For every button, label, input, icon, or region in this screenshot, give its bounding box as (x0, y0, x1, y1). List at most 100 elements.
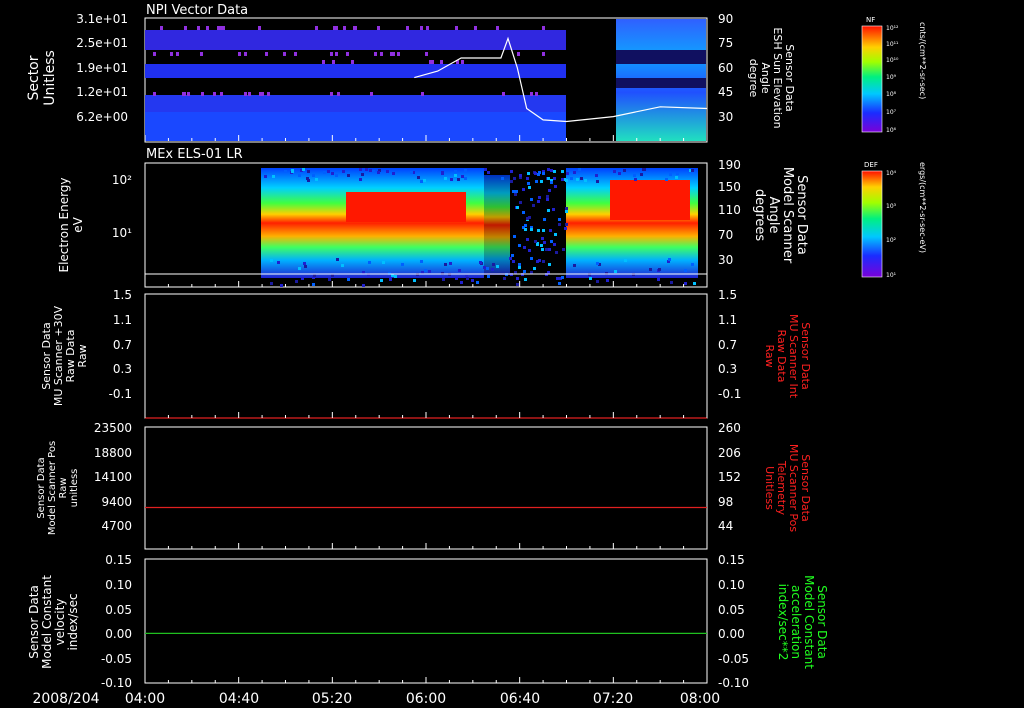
els-speckle-cell (417, 176, 420, 179)
els-speckle-cell (382, 261, 385, 264)
p3-ytick-right: 0.7 (718, 338, 737, 352)
els-speckle-cell (545, 248, 548, 251)
npi-speckle-cell (351, 60, 354, 64)
p5-right-axis: 0.15 0.10 0.05 0.00 -0.05 -0.10 (718, 553, 749, 690)
els-speckle-cell (538, 171, 541, 174)
npi-ytick-right: 90 (718, 12, 733, 26)
els-speckle-cell (530, 228, 533, 231)
els-speckle-cell (457, 178, 460, 181)
els-speckle-cell (527, 182, 530, 185)
els-panel: MEx ELS-01 LR 10² 10¹ 190 150 110 70 30 … (57, 147, 809, 288)
els-speckle-cell (580, 177, 583, 180)
npi-speckle-cell (160, 26, 163, 30)
els-speckle-cell (537, 229, 540, 232)
els-speckle-cell (323, 171, 326, 174)
els-speckle-cell (479, 261, 482, 264)
els-speckle-cell (550, 240, 553, 243)
p4-ylabel-right-line: Unitless (763, 466, 776, 510)
els-speckle-cell (514, 193, 517, 196)
npi-title: NPI Vector Data (146, 3, 248, 18)
els-speckle-cell (492, 263, 495, 266)
els-speckle-cell (516, 277, 519, 280)
els-speckle-cell (526, 177, 529, 180)
els-speckle-cell (684, 269, 687, 272)
p3-ytick-right: -0.1 (718, 387, 741, 401)
npi-speckle-cell (440, 60, 443, 64)
els-speckle-cell (410, 171, 413, 174)
els-ylabel-right-line: Sensor Data (794, 175, 809, 255)
els-band-1 (261, 168, 346, 278)
els-speckle-cell (640, 173, 643, 176)
els-speckle-cell (534, 240, 537, 243)
els-speckle-cell (491, 268, 494, 271)
els-speckle-cell (389, 278, 392, 281)
time-axis: 2008/204 04:00 04:40 05:20 06:00 06:40 0… (32, 691, 720, 707)
npi-colorbar-tick: 10⁷ (886, 109, 897, 116)
els-speckle-cell (511, 254, 514, 257)
els-speckle-cell (532, 204, 535, 207)
els-speckle-cell (596, 262, 599, 265)
p4-ytick-right: 206 (718, 446, 741, 460)
npi-speckle-cell (267, 92, 270, 96)
els-ytick-right: 190 (718, 158, 741, 172)
p3-left-axis: 1.5 1.1 0.7 0.3 -0.1 (109, 288, 132, 401)
els-heatmap (261, 168, 698, 287)
els-speckle-cell (547, 177, 550, 180)
p4-ytick-right: 152 (718, 470, 741, 484)
npi-ytick-right: 45 (718, 85, 733, 99)
els-speckle-cell (461, 175, 464, 178)
els-speckle-cell (359, 168, 362, 171)
els-speckle-cell (528, 186, 531, 189)
els-speckle-cell (649, 268, 652, 271)
els-speckle-cell (428, 270, 431, 273)
els-speckle-cell (554, 233, 557, 236)
npi-panel: NPI Vector Data 3.1e+01 2.5e+01 1.9e+01 … (26, 3, 796, 143)
npi-speckle-cell (406, 26, 409, 30)
els-speckle-cell (555, 251, 558, 254)
p5-ylabel-right-line: Model Constant (802, 575, 816, 669)
els-speckle-cell (336, 258, 339, 261)
els-speckle-cell (522, 211, 525, 214)
els-core-1 (346, 192, 466, 222)
p5-left-axis: 0.15 0.10 0.05 0.00 -0.05 -0.10 (101, 553, 132, 690)
els-speckle-cell (562, 248, 565, 251)
p4-ytick-left: 23500 (94, 421, 132, 435)
npi-strip-1 (145, 30, 566, 50)
els-speckle-cell (550, 169, 553, 172)
npi-left-axis: 3.1e+01 2.5e+01 1.9e+01 1.2e+01 6.2e+00 (76, 12, 128, 124)
npi-left-label: Sector Unitless (26, 50, 58, 106)
p3-right-axis: 1.5 1.1 0.7 0.3 -0.1 (718, 288, 741, 401)
npi-colorbar-tick: 10⁶ (886, 127, 897, 134)
els-speckle-cell (589, 277, 592, 280)
els-speckle-cell (442, 278, 445, 281)
npi-speckle-cell (332, 60, 335, 64)
p4-right-axis: 260 206 152 98 44 (718, 421, 741, 533)
els-speckle-cell (554, 185, 557, 188)
p4-left-axis: 23500 18800 14100 9400 4700 (94, 421, 132, 533)
p5-plot-frame (144, 558, 708, 684)
npi-speckle-cell (535, 92, 538, 96)
els-speckle-cell (501, 177, 504, 180)
els-speckle-cell (565, 223, 568, 226)
els-speckle-cell (341, 264, 344, 267)
els-speckle-cell (277, 261, 280, 264)
npi-ytick-left: 1.9e+01 (76, 61, 128, 75)
els-speckle-cell (675, 176, 678, 179)
els-speckle-cell (524, 228, 527, 231)
npi-speckle-cell (335, 52, 338, 56)
els-speckle-cell (613, 170, 616, 173)
els-speckle-cell (372, 170, 375, 173)
els-speckle-cell (535, 180, 538, 183)
els-speckle-cell (547, 168, 550, 171)
els-speckle-cell (377, 171, 380, 174)
els-speckle-cell (530, 257, 533, 260)
els-speckle-cell (464, 169, 467, 172)
els-speckle-cell (536, 243, 539, 246)
els-speckle-cell (270, 282, 273, 285)
els-ylabel-line: Electron Energy (57, 177, 71, 272)
def-colorbar-tick: 10³ (886, 203, 897, 210)
els-speckle-cell (658, 268, 661, 271)
els-ytick-right: 30 (718, 253, 733, 267)
p3-ytick-left: -0.1 (109, 387, 132, 401)
els-speckle-cell (543, 241, 546, 244)
